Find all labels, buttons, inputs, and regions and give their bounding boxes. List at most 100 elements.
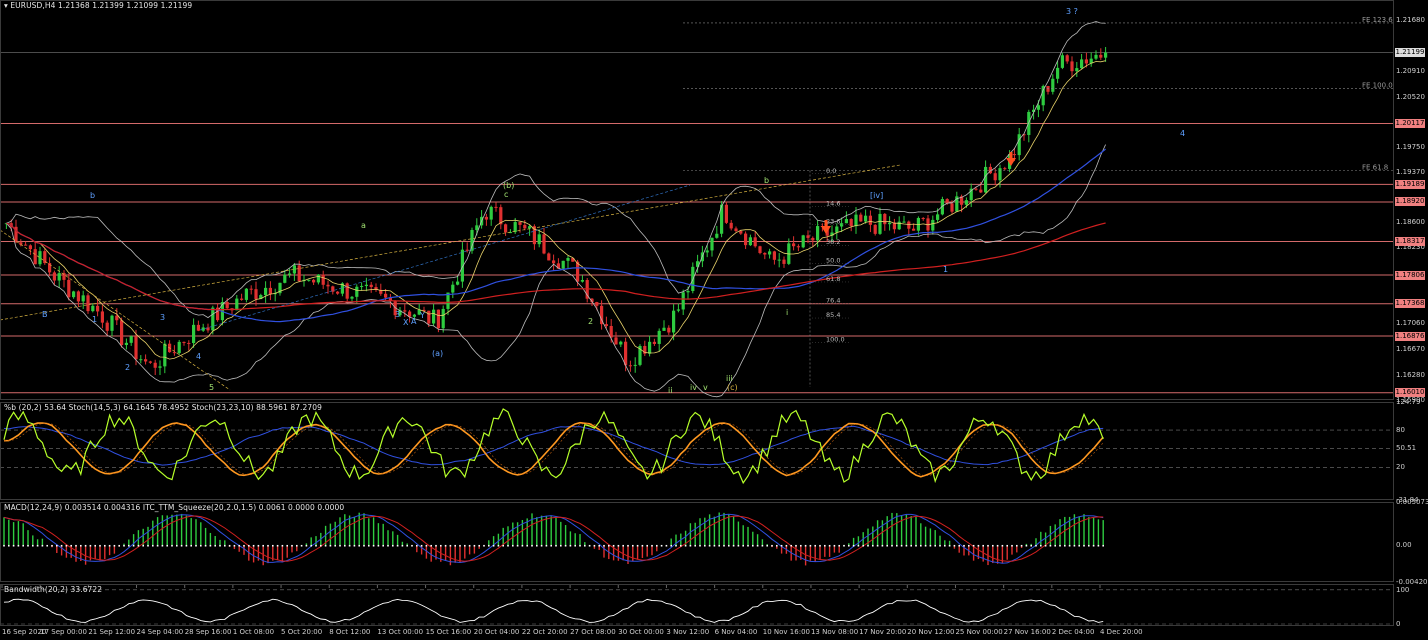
squeeze-dot [147,544,149,547]
candle-body [844,218,848,224]
candle-body [427,310,431,324]
squeeze-dot [113,544,116,547]
squeeze-dot [262,544,264,547]
wave-label: 2 [125,363,130,372]
squeeze-dot [392,544,394,547]
candle-body [907,221,911,229]
squeeze-dot [27,544,29,547]
candle-body [484,216,488,220]
squeeze-dot [195,544,197,547]
squeeze-dot [233,544,236,547]
bw-axis[interactable]: 100 0 [1394,584,1428,628]
squeeze-dot [315,544,317,547]
squeeze-dot [1011,544,1013,547]
squeeze-dot [89,544,92,547]
squeeze-dot [814,544,816,547]
squeeze-dot [478,544,480,547]
squeeze-dot [99,544,101,547]
candle-body [494,206,498,208]
squeeze-dot [248,544,250,547]
candle-body [451,284,455,293]
squeeze-dot [756,544,759,547]
oscillator-panel[interactable]: %b (20,2) 53.64 Stoch(14,5,3) 64.1645 78… [0,402,1394,500]
squeeze-dot [641,544,644,547]
candle-body [1065,55,1069,62]
macd-canvas [3,512,1104,566]
candle-body [1003,168,1007,170]
squeeze-dot [310,544,312,547]
squeeze-dot [41,544,44,547]
main-price-panel[interactable]: FE 123.6 FE 100.0 FE 61.8 0.0 14.6 23.6 38.2 50… [0,0,1394,400]
squeeze-dot [372,544,375,547]
candle-body [1056,67,1060,79]
time-tick-label: 4 Dec 20:00 [1100,628,1143,636]
squeeze-dot [1054,544,1056,547]
osc-axis[interactable]: 124.79 80 50.51 20 -31.84 [1394,398,1428,504]
time-tick-label: 25 Nov 00:00 [955,628,1003,636]
price-tick-label: 1.20910 [1396,66,1425,75]
squeeze-dot [324,544,327,547]
time-tick-label: 13 Oct 00:00 [377,628,424,636]
candle-body [667,327,671,333]
squeeze-dot [732,544,735,547]
squeeze-dot [142,544,144,547]
candle-body [441,308,445,329]
candle-body [350,296,354,299]
candle-body [888,222,892,225]
squeeze-dot [353,544,356,547]
squeeze-dot [12,544,15,547]
candle-body [931,219,935,231]
time-tick-label: 5 Oct 20:00 [281,628,323,636]
wave-label: X [403,318,409,327]
candle-body [321,274,325,285]
squeeze-dot [1049,544,1052,547]
candle-body [681,292,685,310]
stoch-slow-line [3,425,1104,466]
squeeze-dot [1059,544,1061,547]
squeeze-dot [454,544,456,547]
squeeze-dot [603,544,605,547]
wave-label: a [361,221,366,230]
candle-body [729,222,733,229]
squeeze-dot [70,544,72,547]
squeeze-dot [776,544,778,547]
squeeze-dot [420,544,423,547]
squeeze-dot [1030,544,1032,547]
candle-body [854,214,858,227]
wave-label: [iv] [870,191,883,200]
candle-body [801,235,805,248]
squeeze-dot [1088,544,1090,547]
wave-label: iii [726,374,733,383]
squeeze-dot [468,544,471,547]
wave-label: 3 ? [1066,7,1078,16]
squeeze-dot [896,544,898,547]
squeeze-dot [104,544,106,547]
squeeze-dot [708,544,711,547]
candle-body [816,226,820,241]
bandwidth-panel[interactable]: Bandwidth(20,2) 33.6722 [0,584,1394,626]
fib-extension-label: FE 100.0 [1362,82,1393,90]
squeeze-dot [828,544,831,547]
squeeze-dot [267,544,269,547]
time-tick-label: 13 Nov 08:00 [810,628,859,636]
squeeze-dot [843,544,845,547]
candle-body [1094,54,1098,59]
down-arrow-icon [1009,152,1013,158]
squeeze-dot [473,544,476,547]
squeeze-dot [243,544,245,547]
candle-body [604,324,608,326]
squeeze-dot [646,544,648,547]
squeeze-dot [512,544,514,547]
time-tick-label: 17 Nov 20:00 [859,628,907,636]
macd-axis[interactable]: 0.0050730.00-0.004206 [1394,498,1428,586]
time-tick-label: 20 Oct 04:00 [473,628,520,636]
candle-body [235,298,239,311]
candle-body [336,291,340,294]
macd-panel[interactable]: MACD(12,24,9) 0.003514 0.004316 ITC_TTM_… [0,502,1394,582]
squeeze-dot [348,544,351,547]
osc-panel-title: %b (20,2) 53.64 Stoch(14,5,3) 64.1645 78… [4,403,323,412]
squeeze-dot [660,544,663,547]
squeeze-dot [190,544,192,547]
candle-body [254,289,258,300]
candle-body [633,364,637,366]
